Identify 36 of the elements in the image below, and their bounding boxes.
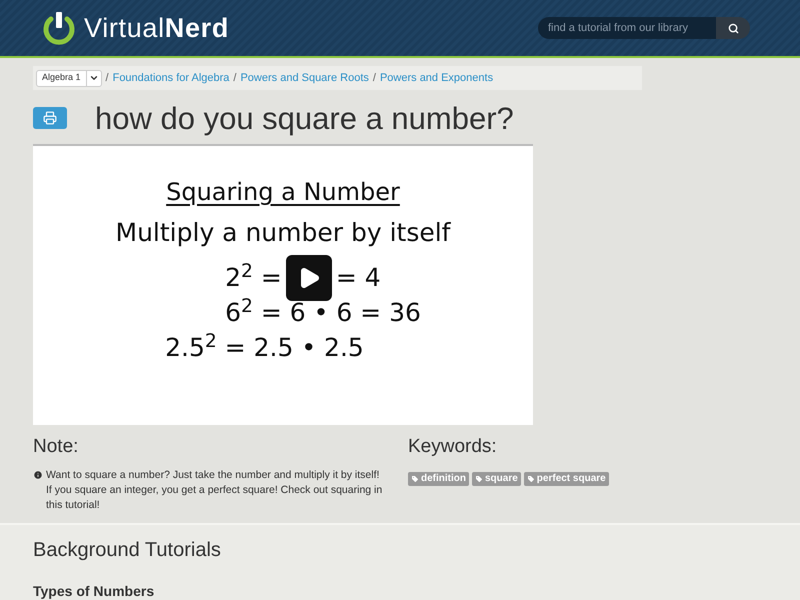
logo-text[interactable]: VirtualNerd — [84, 8, 229, 48]
note-text: Want to square a number? Just take the number and multiply it by itself! If you square an integer, you get a perfect square! Check out squaring in this tutorial! — [46, 468, 384, 512]
breadcrumb-link[interactable]: Powers and Exponents — [380, 70, 494, 86]
tutorial-link[interactable]: Types of Numbers — [33, 581, 767, 600]
play-button[interactable] — [286, 254, 332, 300]
equation-text: 2.5$^{2}$ = 2.5 • 2.5 — [165, 335, 364, 360]
search-field[interactable]: find a tutorial from our library — [538, 17, 716, 39]
tag-icon — [526, 474, 535, 482]
search-icon — [728, 22, 738, 34]
page-title: how do you square a number? — [95, 102, 514, 134]
tag-icon — [411, 474, 419, 482]
keyword-tag[interactable]: square — [472, 472, 521, 486]
breadcrumb-separator: / — [233, 70, 236, 86]
breadcrumb-separator: / — [106, 70, 109, 86]
keyword-tag[interactable]: perfect square — [524, 472, 609, 486]
equation-text: = 4 — [336, 265, 381, 290]
slide-subheading: Multiply a number by itself — [116, 220, 450, 245]
slide-heading: Squaring a Number — [166, 180, 400, 204]
print-icon — [43, 111, 57, 125]
course-dropdown[interactable]: Algebra 1 — [36, 70, 102, 86]
keywords-heading: Keywords: — [408, 435, 498, 459]
section-heading: Background Tutorials — [33, 538, 222, 563]
note-heading: Note: — [33, 435, 80, 459]
video-player[interactable]: Squaring a Number Multiply a number by itself 2$^{2}$ = = 4 6$^{2}$ = 6 • 6 = 36 2.5$^{2}$ = 2.5 • 2.5 — [33, 144, 533, 425]
breadcrumb-separator: / — [372, 70, 376, 86]
print-button[interactable] — [33, 107, 67, 129]
tag-icon — [475, 474, 483, 482]
caret-icon — [88, 73, 99, 83]
search-button[interactable] — [716, 17, 750, 39]
breadcrumb-link[interactable]: Foundations for Algebra — [112, 70, 230, 86]
info-icon — [33, 470, 43, 480]
breadcrumb-link[interactable]: Powers and Square Roots — [240, 70, 369, 86]
power-logo-icon — [42, 10, 76, 46]
equation-text: 6$^{2}$ = 6 • 6 = 36 — [225, 300, 421, 325]
keyword-tag[interactable]: definition — [408, 472, 469, 486]
equation-text: 2$^{2}$ = — [225, 265, 282, 290]
